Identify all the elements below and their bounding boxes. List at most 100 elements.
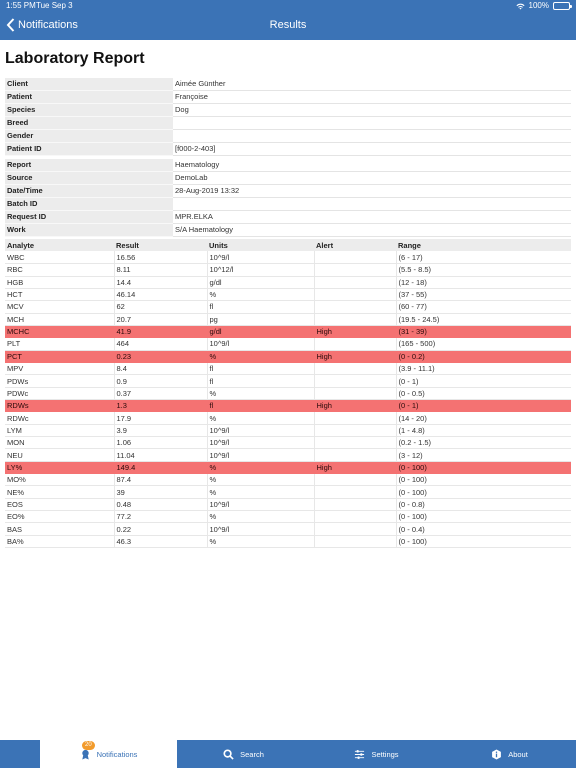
tab-notifications-label: Notifications xyxy=(96,749,138,759)
units-cell: fl xyxy=(207,374,315,388)
sliders-icon xyxy=(355,749,365,759)
column-header: Analyte xyxy=(5,239,114,252)
analyte-cell: NEU xyxy=(5,448,115,462)
report-info-row: Work S/A Haematology xyxy=(5,223,571,237)
result-cell: 46.3 xyxy=(114,535,208,549)
alert-cell xyxy=(314,300,397,314)
result-cell: 0.9 xyxy=(114,374,208,388)
alert-cell: High xyxy=(314,399,397,413)
table-row: BA% 46.3% (0 - 100) xyxy=(5,535,571,549)
alert-cell xyxy=(314,263,397,277)
units-cell: % xyxy=(207,461,315,475)
analyte-cell: RDWs xyxy=(5,399,115,413)
alert-cell xyxy=(314,510,397,524)
tab-notifications[interactable]: 20 Notifications xyxy=(40,740,177,768)
table-row: BAS 0.22 10^9/l (0 - 0.4) xyxy=(5,522,571,536)
range-cell: (0 - 1) xyxy=(396,374,571,388)
table-row: LY% 149.4% High (0 - 100) xyxy=(5,461,571,475)
info-label: Work xyxy=(5,223,173,237)
analyte-cell: PDWc xyxy=(5,387,115,401)
tab-about[interactable]: About xyxy=(443,740,576,768)
tab-about-label: About xyxy=(508,749,528,759)
range-cell: (3.9 - 11.1) xyxy=(396,362,571,376)
range-cell: (0 - 0.8) xyxy=(396,498,571,512)
analyte-cell: MON xyxy=(5,436,115,450)
units-cell: % xyxy=(207,535,315,549)
notification-badge: 20 xyxy=(82,741,95,750)
units-cell: 10^9/l xyxy=(207,251,315,265)
table-row: EO% 77.2% (0 - 100) xyxy=(5,510,571,524)
info-value xyxy=(173,197,571,211)
range-cell: (0 - 100) xyxy=(396,461,571,475)
table-row: RBC 8.11 10^12/l (5.5 - 8.5) xyxy=(5,263,571,277)
tab-settings[interactable]: Settings xyxy=(310,740,443,768)
range-cell: (1 - 4.8) xyxy=(396,424,571,438)
info-label: Batch ID xyxy=(5,197,173,211)
info-label: Patient xyxy=(5,90,173,104)
alert-cell xyxy=(314,362,397,376)
info-label: Species xyxy=(5,103,173,117)
range-cell: (5.5 - 8.5) xyxy=(396,263,571,277)
alert-cell xyxy=(314,424,397,438)
table-row: LYM 3.9 10^9/l (1 - 4.8) xyxy=(5,424,571,438)
tab-search[interactable]: Search xyxy=(177,740,310,768)
units-cell: 10^9/l xyxy=(207,424,315,438)
alert-cell xyxy=(314,411,397,425)
analyte-cell: PDWs xyxy=(5,374,115,388)
result-cell: 39 xyxy=(114,485,208,499)
table-row: HGB 14.4 g/dl (12 - 18) xyxy=(5,276,571,289)
analyte-cell: NE% xyxy=(5,485,115,499)
range-cell: (0 - 0.5) xyxy=(396,387,571,401)
units-cell: fl xyxy=(207,300,315,314)
range-cell: (3 - 12) xyxy=(396,448,571,462)
info-value: [f000-2-403] xyxy=(173,142,571,156)
table-row: RDWc 17.9% (14 - 20) xyxy=(5,411,571,425)
alert-cell xyxy=(314,535,397,549)
result-cell: 87.4 xyxy=(114,473,208,487)
analyte-cell: RBC xyxy=(5,263,115,277)
units-cell: pg xyxy=(207,313,315,326)
info-value: DemoLab xyxy=(173,171,571,185)
units-cell: % xyxy=(207,288,315,302)
status-bar: 1:55 PM Tue Sep 3 100% xyxy=(0,0,576,12)
units-cell: fl xyxy=(207,399,315,413)
range-cell: (6 - 17) xyxy=(396,251,571,265)
result-cell: 17.9 xyxy=(114,411,208,425)
alert-cell xyxy=(314,448,397,462)
patient-info-row: Client Aimée Günther xyxy=(5,78,571,91)
range-cell: (0 - 0.2) xyxy=(396,350,571,363)
tab-settings-label: Settings xyxy=(371,749,399,759)
info-label: Client xyxy=(5,78,173,91)
result-cell: 11.04 xyxy=(114,448,208,462)
info-value: Dog xyxy=(173,103,571,117)
report-title: Laboratory Report xyxy=(5,50,145,67)
column-header: Range xyxy=(396,239,571,252)
result-cell: 0.23 xyxy=(114,350,208,363)
nav-bar: Notifications Results xyxy=(0,12,576,40)
battery-icon xyxy=(553,2,572,10)
info-value: MPR.ELKA xyxy=(173,210,571,224)
table-row: RDWs 1.3 fl High (0 - 1) xyxy=(5,399,571,413)
info-value: S/A Haematology xyxy=(173,223,571,237)
report-info-row: Source DemoLab xyxy=(5,171,571,185)
analyte-cell: MCV xyxy=(5,300,115,314)
report-content[interactable]: Laboratory Report Client Aimée Günther Pat… xyxy=(0,40,576,740)
info-value: Haematology xyxy=(173,159,571,172)
alert-cell xyxy=(314,522,397,536)
analyte-cell: LY% xyxy=(5,461,115,475)
range-cell: (0 - 100) xyxy=(396,485,571,499)
patient-info-row: Patient ID [f000-2-403] xyxy=(5,142,571,156)
report-info-row: Date/Time 28-Aug-2019 13:32 xyxy=(5,184,571,198)
range-cell: (0 - 100) xyxy=(396,473,571,487)
alert-cell xyxy=(314,436,397,450)
range-cell: (165 - 500) xyxy=(396,337,571,351)
result-cell: 8.4 xyxy=(114,362,208,376)
info-value xyxy=(173,116,571,130)
table-row: NE% 39% (0 - 100) xyxy=(5,485,571,499)
range-cell: (0.2 - 1.5) xyxy=(396,436,571,450)
result-cell: 0.37 xyxy=(114,387,208,401)
range-cell: (14 - 20) xyxy=(396,411,571,425)
info-value: Aimée Günther xyxy=(173,78,571,91)
range-cell: (0 - 100) xyxy=(396,510,571,524)
status-time: 1:55 PM xyxy=(6,1,36,10)
